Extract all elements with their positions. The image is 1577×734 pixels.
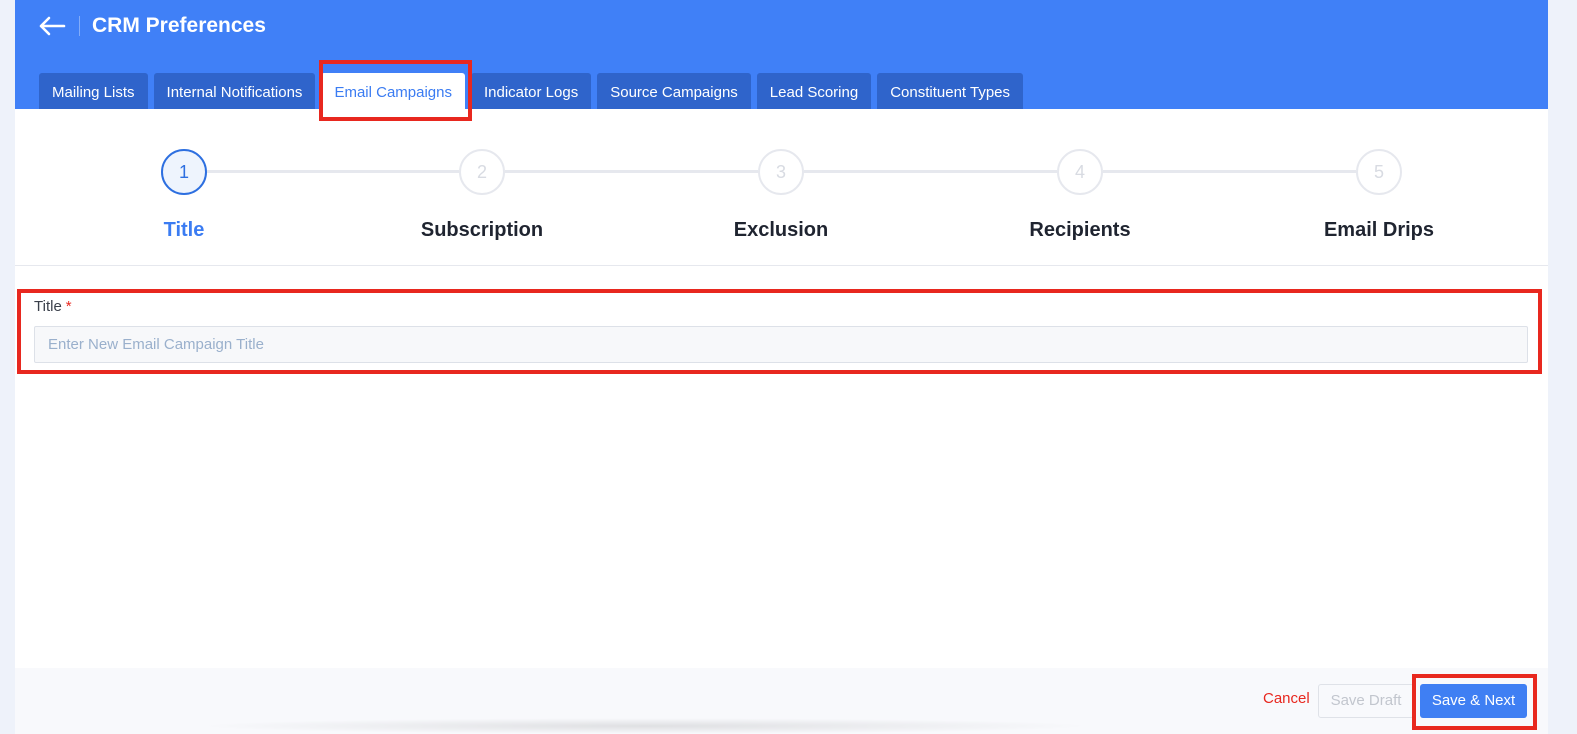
tab-constituent-types[interactable]: Constituent Types xyxy=(877,73,1023,109)
step-connector xyxy=(505,170,758,173)
tab-indicator-logs[interactable]: Indicator Logs xyxy=(470,73,592,109)
step-5-label: Email Drips xyxy=(1323,219,1435,241)
step-5-indicator: 5 xyxy=(1356,149,1402,195)
tab-lead-scoring[interactable]: Lead Scoring xyxy=(756,73,872,109)
tab-email-campaigns[interactable]: Email Campaigns xyxy=(321,73,465,109)
step-4-indicator: 4 xyxy=(1057,149,1103,195)
header-divider xyxy=(79,16,80,36)
title-label-text: Title xyxy=(34,298,62,315)
step-1-label: Title xyxy=(163,219,205,241)
step-3-indicator: 3 xyxy=(758,149,804,195)
page-header: CRM Preferences Mailing Lists Internal N… xyxy=(15,0,1548,109)
save-next-button[interactable]: Save & Next xyxy=(1420,684,1527,718)
tab-mailing-lists[interactable]: Mailing Lists xyxy=(39,73,148,109)
campaign-title-input[interactable] xyxy=(34,326,1528,363)
step-4-label: Recipients xyxy=(1029,219,1131,241)
step-connector xyxy=(207,170,459,173)
back-button[interactable] xyxy=(35,12,69,40)
step-3-label: Exclusion xyxy=(733,219,829,241)
campaign-stepper: 1 2 3 4 5 Title Subscription Exclusion R… xyxy=(15,109,1548,266)
save-draft-button[interactable]: Save Draft xyxy=(1318,684,1414,718)
arrow-left-icon xyxy=(39,16,66,36)
footer-shadow xyxy=(195,718,1095,734)
step-connector xyxy=(1103,170,1356,173)
step-connector xyxy=(804,170,1057,173)
step-1-indicator: 1 xyxy=(161,149,207,195)
page-title: CRM Preferences xyxy=(92,14,266,37)
title-field-label: Title * xyxy=(34,298,72,315)
step-2-indicator: 2 xyxy=(459,149,505,195)
tab-source-campaigns[interactable]: Source Campaigns xyxy=(597,73,751,109)
cancel-button[interactable]: Cancel xyxy=(1263,690,1310,707)
app-window: CRM Preferences Mailing Lists Internal N… xyxy=(15,0,1548,734)
tab-bar: Mailing Lists Internal Notifications Ema… xyxy=(39,73,1029,109)
required-marker: * xyxy=(65,298,72,315)
tab-internal-notifications[interactable]: Internal Notifications xyxy=(153,73,316,109)
step-2-label: Subscription xyxy=(420,219,544,241)
